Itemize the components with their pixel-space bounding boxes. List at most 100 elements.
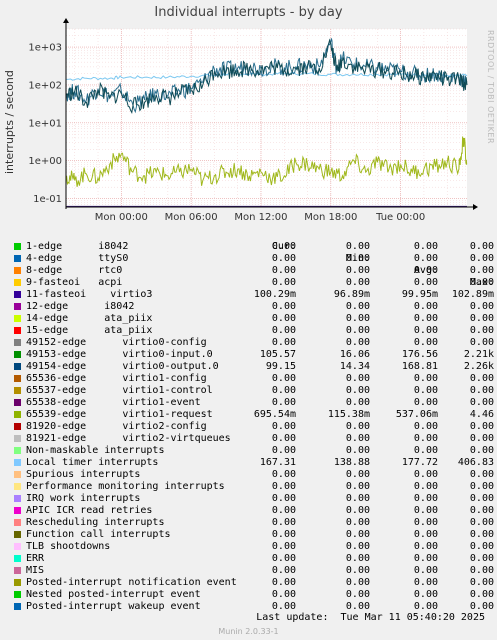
legend-swatch — [14, 291, 21, 298]
legend-cur-value: 0.00 — [271, 469, 296, 480]
legend-min-value: 0.00 — [345, 529, 370, 540]
legend-row: 11-fasteoi virtio3 100.29m 96.89m 99.95m 102… — [12, 289, 494, 301]
legend-cur-value: 695.54m — [253, 409, 296, 420]
legend-cur-value: 99.15 — [265, 361, 296, 372]
legend-label: TLB shootdowns — [26, 541, 111, 552]
legend-max-value: 0.00 — [469, 529, 494, 540]
legend-label: ERR — [26, 553, 45, 564]
x-tick-label: Mon 06:00 — [165, 212, 218, 223]
legend-swatch — [14, 411, 21, 418]
legend-label: MIS — [26, 565, 45, 576]
legend-row: TLB shootdowns 0.00 0.00 0.00 0.00 — [12, 541, 494, 553]
legend-header: Cur: Min: Avg: Max: — [12, 229, 494, 288]
legend-label: 11-fasteoi virtio3 — [26, 289, 153, 300]
legend-min-value: 0.00 — [345, 277, 370, 288]
legend-cur-value: 0.00 — [271, 481, 296, 492]
legend-row: 81920-edge virtio2-config 0.00 0.00 0.00 0.0… — [12, 421, 494, 433]
legend-cur-value: 0.00 — [271, 241, 296, 252]
legend-min-value: 0.00 — [345, 325, 370, 336]
legend-max-value: 0.00 — [469, 301, 494, 312]
legend-max-value: 0.00 — [469, 541, 494, 552]
legend-swatch — [14, 555, 21, 562]
legend-row: Function call interrupts 0.00 0.00 0.00 0.00 — [12, 529, 494, 541]
legend-min-value: 0.00 — [345, 565, 370, 576]
legend-row: Local timer interrupts 167.31 138.88 177.72… — [12, 457, 494, 469]
legend-min-value: 96.89m — [333, 289, 370, 300]
legend-max-value: 0.00 — [469, 277, 494, 288]
legend-row: 49154-edge virtio0-output.0 99.15 14.34 168… — [12, 361, 494, 373]
legend-row: 14-edge ata_piix 0.00 0.00 0.00 0.00 — [12, 313, 494, 325]
x-tick-label: Mon 00:00 — [95, 212, 148, 223]
legend-swatch — [14, 363, 21, 370]
legend-swatch — [14, 459, 21, 466]
legend-swatch — [14, 519, 21, 526]
legend-row: 9-fasteoi acpi 0.00 0.00 0.00 0.00 — [12, 277, 494, 289]
legend-cur-value: 0.00 — [271, 433, 296, 444]
legend-swatch — [14, 375, 21, 382]
y-tick-label: 1e+03 — [28, 43, 62, 54]
legend-swatch — [14, 327, 21, 334]
legend-row: MIS 0.00 0.00 0.00 0.00 — [12, 565, 494, 577]
legend-min-value: 0.00 — [345, 445, 370, 456]
legend-min-value: 0.00 — [345, 241, 370, 252]
legend-max-value: 0.00 — [469, 325, 494, 336]
legend-min-value: 0.00 — [345, 517, 370, 528]
legend-min-value: 16.06 — [339, 349, 370, 360]
munin-graph: Individual interrupts - by day interrupt… — [0, 0, 497, 640]
legend-label: 9-fasteoi acpi — [26, 277, 123, 288]
legend-swatch — [14, 447, 21, 454]
legend-max-value: 0.00 — [469, 481, 494, 492]
legend-row: 12-edge i8042 0.00 0.00 0.00 0.00 — [12, 301, 494, 313]
legend-max-value: 0.00 — [469, 253, 494, 264]
legend-min-value: 0.00 — [345, 505, 370, 516]
legend-min-value: 0.00 — [345, 541, 370, 552]
legend-swatch — [14, 399, 21, 406]
legend-cur-value: 100.29m — [253, 289, 296, 300]
legend-swatch — [14, 567, 21, 574]
legend-row: 65536-edge virtio1-config 0.00 0.00 0.00 0.0… — [12, 373, 494, 385]
legend-swatch — [14, 303, 21, 310]
legend-max-value: 0.00 — [469, 265, 494, 276]
legend-cur-value: 0.00 — [271, 577, 296, 588]
legend-max-value: 0.00 — [469, 469, 494, 480]
legend-swatch — [14, 279, 21, 286]
legend-label: Posted-interrupt notification event — [26, 577, 237, 588]
legend-min-value: 0.00 — [345, 469, 370, 480]
legend-max-value: 0.00 — [469, 397, 494, 408]
legend-swatch — [14, 423, 21, 430]
legend-max-value: 0.00 — [469, 313, 494, 324]
legend-cur-value: 105.57 — [259, 349, 296, 360]
legend-swatch — [14, 579, 21, 586]
legend-swatch — [14, 243, 21, 250]
legend-row: Posted-interrupt notification event 0.00 0… — [12, 577, 494, 589]
legend-cur-value: 0.00 — [271, 529, 296, 540]
legend-label: 65537-edge virtio1-control — [26, 385, 213, 396]
legend-label: 65539-edge virtio1-request — [26, 409, 213, 420]
legend-min-value: 0.00 — [345, 421, 370, 432]
legend-min-value: 0.00 — [345, 373, 370, 384]
legend-max-value: 0.00 — [469, 589, 494, 600]
x-tick-label: Mon 18:00 — [304, 212, 357, 223]
legend-cur-value: 0.00 — [271, 553, 296, 564]
legend-row: 65539-edge virtio1-request 695.54m 115.38m… — [12, 409, 494, 421]
legend-swatch — [14, 315, 21, 322]
legend-cur-value: 0.00 — [271, 385, 296, 396]
legend-cur-value: 0.00 — [271, 517, 296, 528]
x-tick-label: Tue 00:00 — [375, 212, 425, 223]
legend-max-value: 0.00 — [469, 433, 494, 444]
legend-max-value: 0.00 — [469, 373, 494, 384]
legend-label: 4-edge ttyS0 — [26, 253, 129, 264]
legend-min-value: 14.34 — [339, 361, 370, 372]
legend-label: 65536-edge virtio1-config — [26, 373, 207, 384]
legend-label: 14-edge ata_piix — [26, 313, 153, 324]
y-tick-label: 1e+02 — [28, 80, 62, 91]
legend-swatch — [14, 495, 21, 502]
legend-min-value: 0.00 — [345, 337, 370, 348]
legend-max-value: 0.00 — [469, 577, 494, 588]
legend-cur-value: 0.00 — [271, 265, 296, 276]
legend-label: Nested posted-interrupt event — [26, 589, 201, 600]
legend-max-value: 0.00 — [469, 445, 494, 456]
legend-row: Performance monitoring interrupts 0.00 0.0… — [12, 481, 494, 493]
legend-cur-value: 0.00 — [271, 373, 296, 384]
legend-label: 12-edge i8042 — [26, 301, 135, 312]
